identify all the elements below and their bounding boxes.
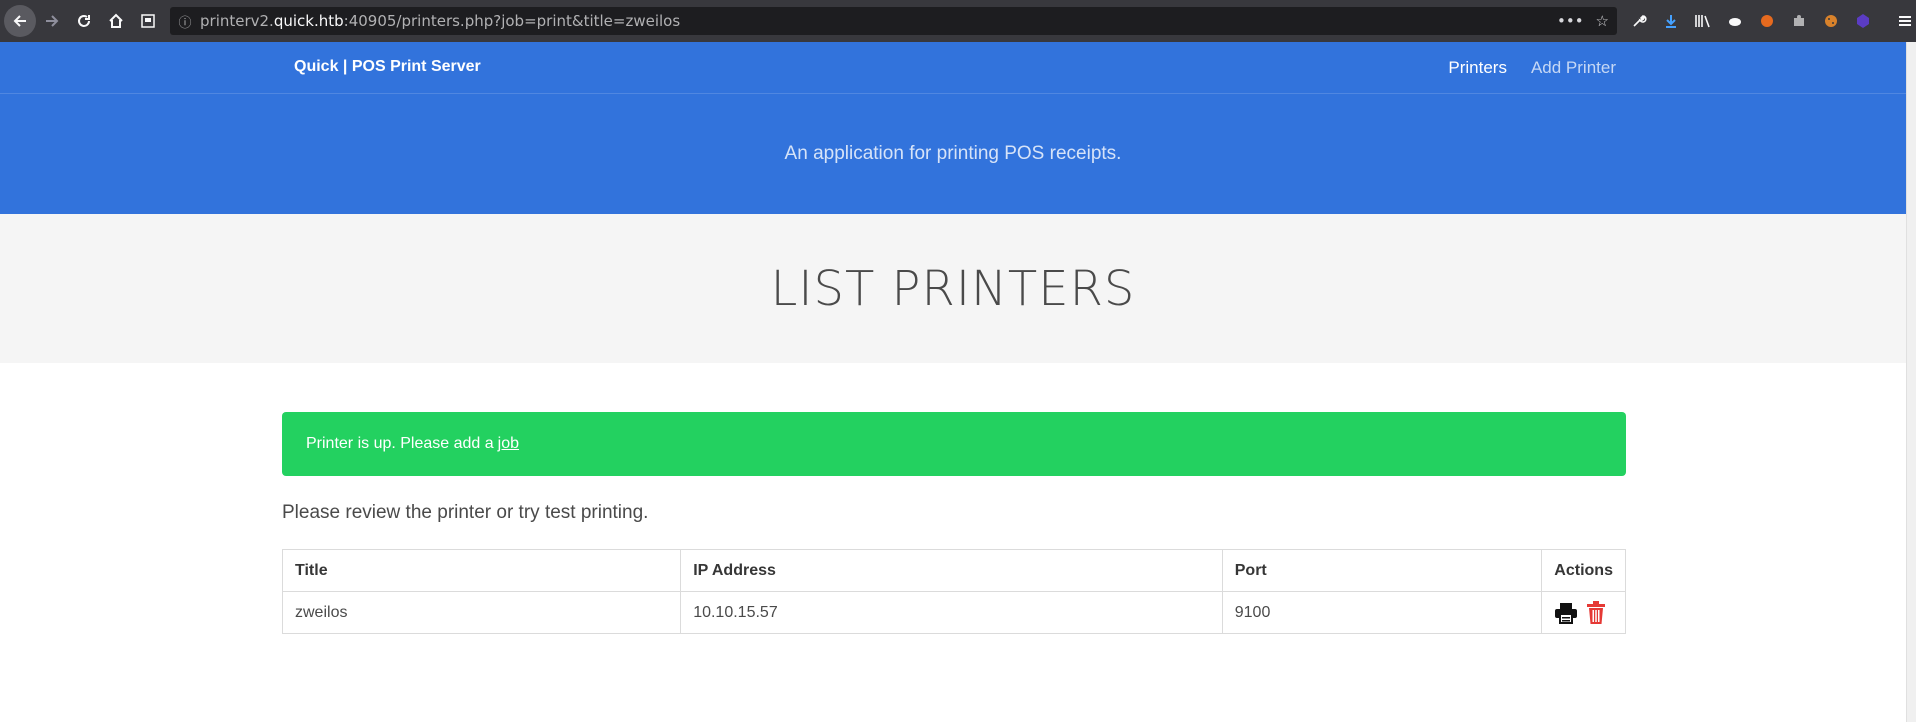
hero-banner: An application for printing POS receipts…	[0, 94, 1906, 214]
page-actions-icon[interactable]: •••	[1557, 12, 1584, 30]
print-icon[interactable]	[1554, 601, 1578, 625]
brand-title[interactable]: Quick | POS Print Server	[294, 58, 481, 76]
hamburger-menu-icon[interactable]	[1894, 10, 1916, 32]
wrench-icon[interactable]	[1628, 10, 1650, 32]
extension-fox-icon[interactable]	[1756, 10, 1778, 32]
reader-view-icon[interactable]	[132, 5, 164, 37]
cell-actions	[1541, 591, 1626, 634]
cell-port: 9100	[1221, 591, 1543, 634]
alert-text: Printer is up. Please add a	[306, 435, 494, 452]
header-ip-address: IP Address	[680, 549, 1223, 592]
header-port: Port	[1221, 549, 1543, 592]
hero-tagline: An application for printing POS receipts…	[784, 143, 1122, 164]
trash-icon[interactable]	[1584, 600, 1608, 625]
header-actions: Actions	[1541, 549, 1626, 592]
nav-link-printers[interactable]: Printers	[1448, 58, 1507, 78]
home-icon[interactable]	[100, 5, 132, 37]
page-scrollbar[interactable]	[1906, 42, 1916, 722]
download-icon[interactable]	[1660, 10, 1682, 32]
page-title: LIST PRINTERS	[770, 260, 1136, 317]
info-icon[interactable]: ⓘ	[170, 12, 200, 31]
header-title: Title	[281, 549, 682, 592]
url-bar[interactable]: ⓘ printerv2.quick.htb:40905/printers.php…	[170, 7, 1617, 35]
extension-puzzle-icon[interactable]	[1788, 10, 1810, 32]
reload-icon[interactable]	[68, 5, 100, 37]
alert-job-link[interactable]: job	[498, 435, 519, 453]
page-title-band: LIST PRINTERS	[0, 214, 1906, 363]
extension-cloud-icon[interactable]	[1724, 10, 1746, 32]
site-navbar: Quick | POS Print Server Printers Add Pr…	[0, 42, 1906, 94]
bookmark-star-icon[interactable]: ☆	[1596, 12, 1609, 30]
table-header-row: Title IP Address Port Actions	[281, 549, 1626, 592]
extension-cube-icon[interactable]	[1852, 10, 1874, 32]
printers-table: Title IP Address Port Actions zweilos 10…	[281, 549, 1626, 634]
success-alert: Printer is up. Please add a job	[282, 412, 1626, 476]
page-subtitle: Please review the printer or try test pr…	[282, 502, 649, 523]
extension-cookie-icon[interactable]	[1820, 10, 1842, 32]
cell-ip: 10.10.15.57	[680, 591, 1223, 634]
nav-links: Printers Add Printer	[1448, 58, 1616, 78]
url-text: printerv2.quick.htb:40905/printers.php?j…	[200, 12, 681, 30]
table-row: zweilos 10.10.15.57 9100	[281, 591, 1626, 634]
back-arrow-icon[interactable]	[4, 5, 36, 37]
library-icon[interactable]	[1692, 10, 1714, 32]
forward-arrow-icon[interactable]	[36, 5, 68, 37]
nav-link-add-printer[interactable]: Add Printer	[1531, 58, 1616, 78]
browser-toolbar: ⓘ printerv2.quick.htb:40905/printers.php…	[0, 0, 1916, 42]
cell-title: zweilos	[281, 591, 682, 634]
